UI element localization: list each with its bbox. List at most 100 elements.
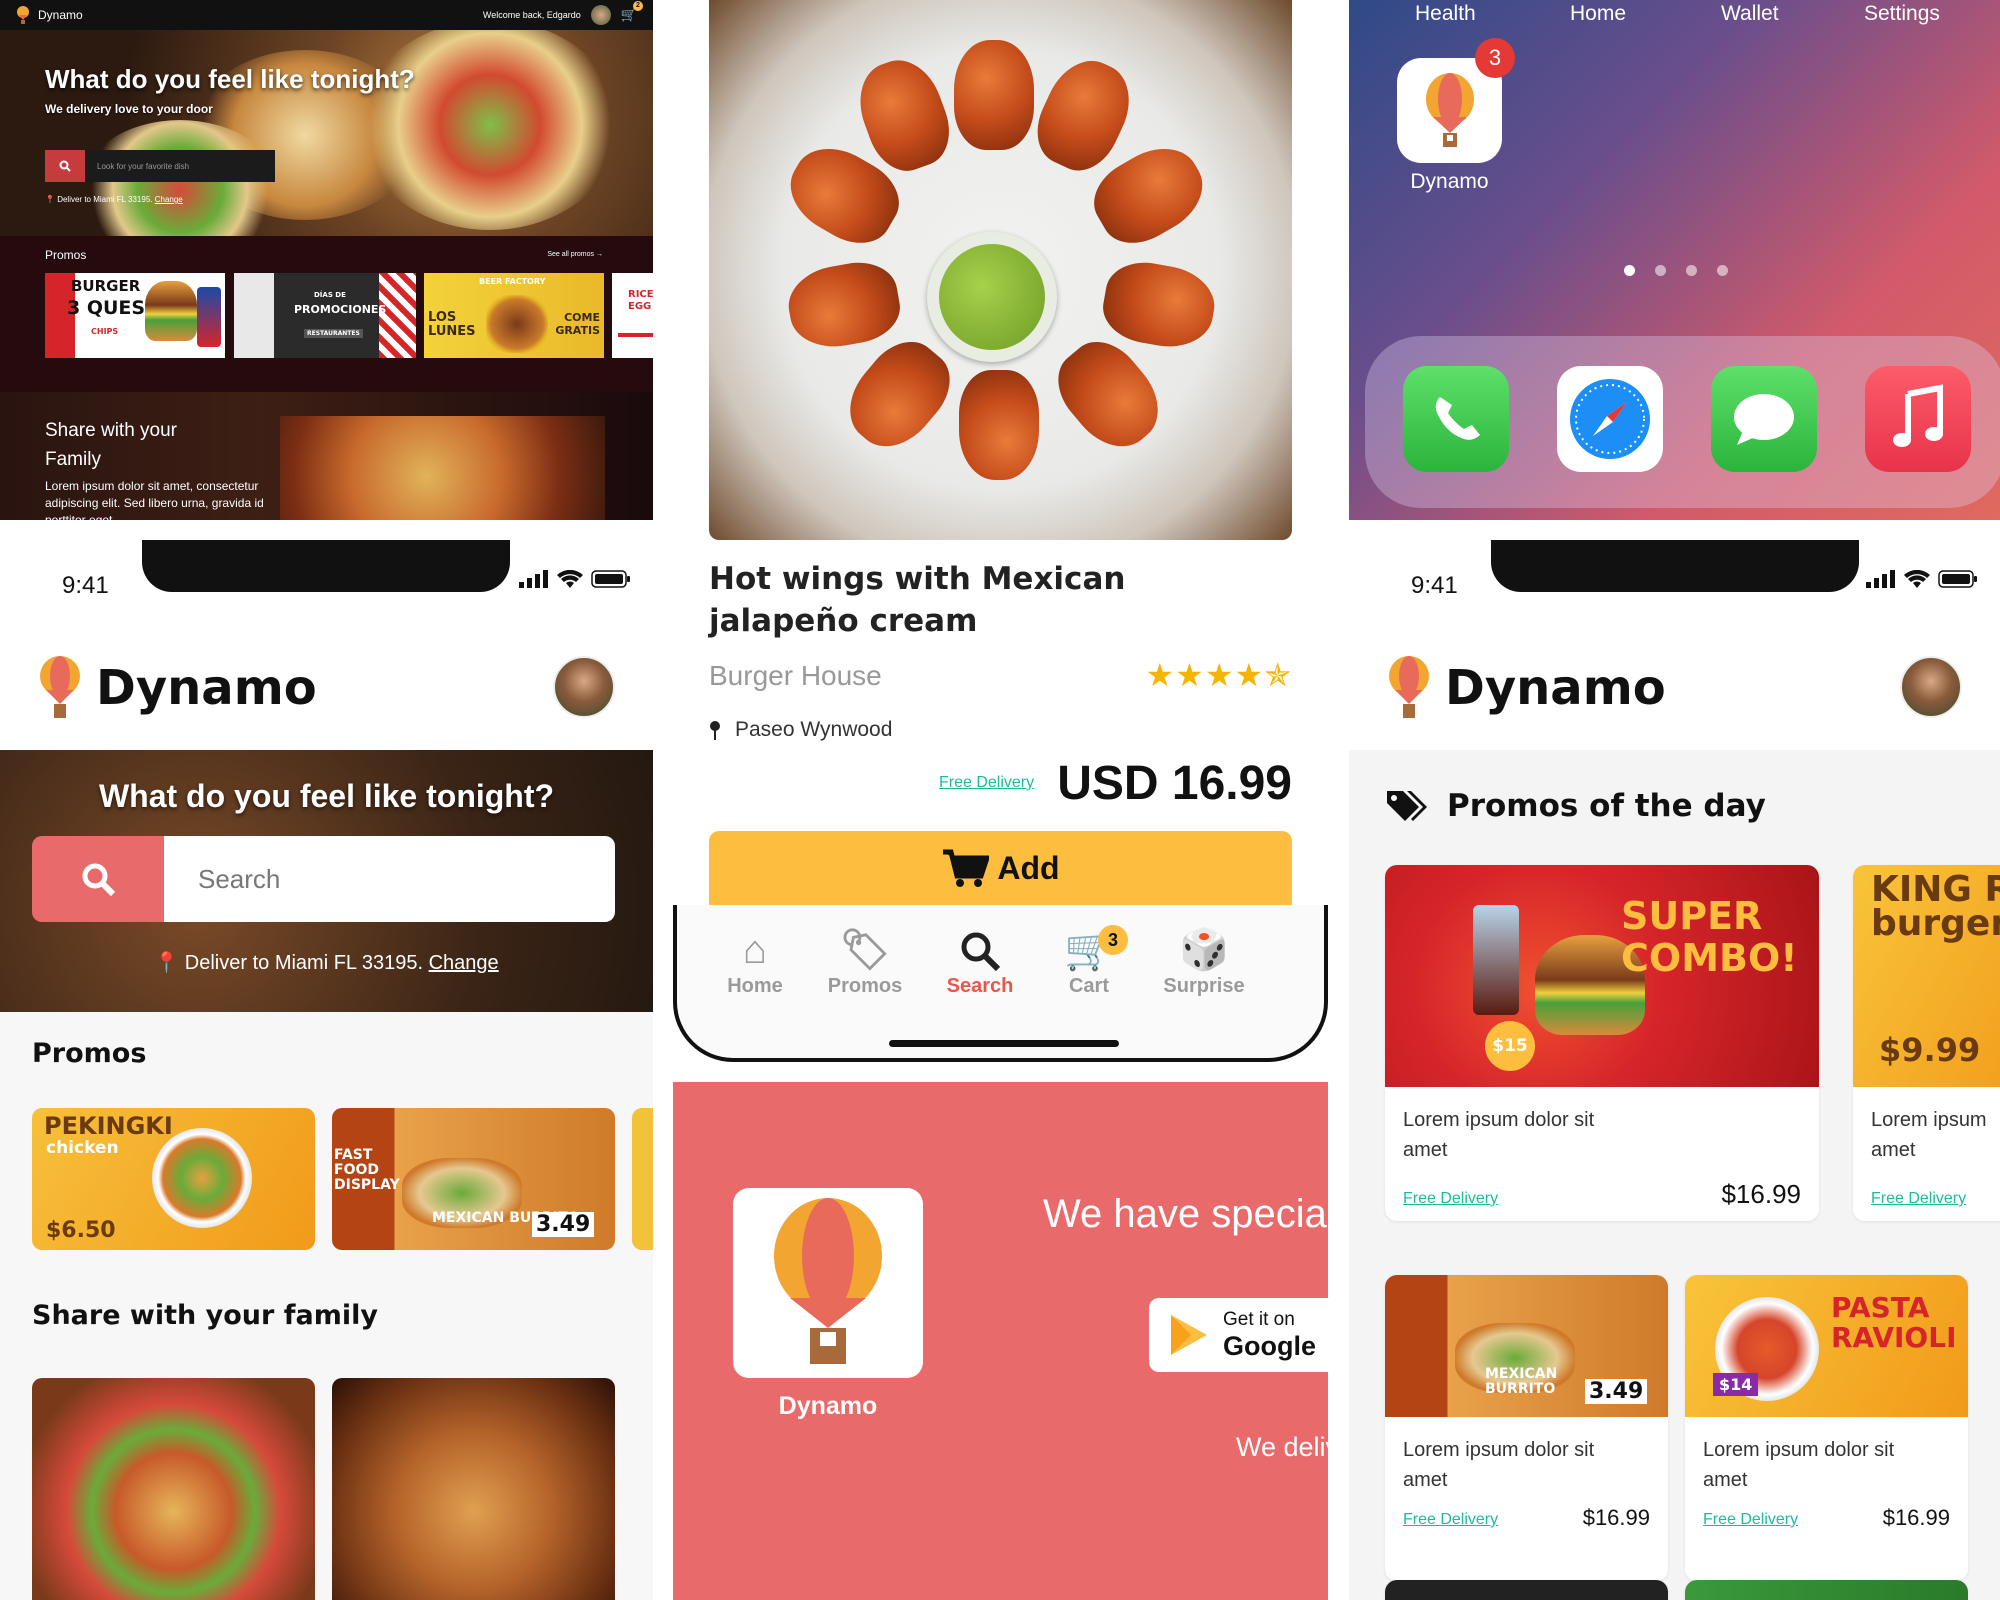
- free-delivery-link[interactable]: Free Delivery: [1703, 1511, 1798, 1529]
- share-heading: Share with your family: [32, 1300, 378, 1331]
- cart-icon[interactable]: 🛒 2: [621, 1, 643, 23]
- drink-image: [1473, 905, 1519, 1015]
- taco-image: [360, 20, 620, 230]
- dice-icon: 🎲: [1179, 928, 1229, 972]
- bottom-tab-bar: ⌂ Home 🏷 Promos Search 🛒 3 Cart 🎲 Surpri…: [673, 905, 1328, 1062]
- desktop-brand-label: Dynamo: [38, 8, 83, 22]
- battery-icon: [1938, 570, 1977, 588]
- status-bar: 9:41: [0, 540, 653, 600]
- notch: [1491, 540, 1859, 592]
- king-burger-image: KING R burger $9.99: [1853, 865, 2000, 1087]
- promo-product-card[interactable]: [1385, 1580, 1668, 1600]
- tab-label: Cart: [1068, 975, 1109, 997]
- tags-icon: [1387, 791, 1427, 821]
- app-title: Dynamo: [96, 660, 317, 716]
- desktop-search-button[interactable]: [45, 150, 85, 182]
- desktop-web-panel: Dynamo Welcome back, Edgardo 🛒 2 What do …: [0, 0, 653, 520]
- promo-card[interactable]: PEKINGKI chicken $6.50: [32, 1108, 315, 1250]
- welcome-text: Welcome back, Edgardo: [482, 10, 581, 20]
- widget-label[interactable]: Home: [1570, 2, 1626, 26]
- free-delivery-link[interactable]: Free Delivery: [1871, 1190, 1966, 1208]
- signal-icon: [1866, 570, 1895, 588]
- promo-card[interactable]: [632, 1108, 653, 1250]
- app-notification-badge: 3: [1475, 38, 1515, 78]
- promos-of-day-title: Promos of the day: [1447, 788, 1766, 824]
- promo-product-card[interactable]: KING R burger $9.99 Lorem ipsum amet Fre…: [1853, 865, 2000, 1221]
- desktop-hero-title: What do you feel like tonight?: [45, 64, 415, 94]
- wifi-icon: [557, 570, 583, 588]
- promo-product-card[interactable]: [1685, 1580, 1968, 1600]
- combo-price-badge: $15: [1485, 1021, 1535, 1071]
- widget-label[interactable]: Health: [1415, 2, 1476, 26]
- mobile-app-bar: Dynamo: [0, 600, 653, 750]
- card-description-line: amet: [1403, 1469, 1448, 1491]
- landing-panel: Dynamo We have special Get it on Google …: [673, 1082, 1328, 1600]
- desktop-deliver-info: 📍 Deliver to Miami FL 33195. Change: [45, 195, 183, 204]
- burrito-image: MEXICAN BURRITO 3.49: [1385, 1275, 1668, 1417]
- messages-icon[interactable]: [1711, 366, 1817, 472]
- roast-chicken-image[interactable]: [332, 1378, 615, 1600]
- card-price: $16.99: [1882, 1505, 1950, 1530]
- search-input[interactable]: Search: [164, 836, 615, 922]
- wing-image: [833, 327, 965, 463]
- add-to-cart-button[interactable]: Add: [709, 831, 1292, 905]
- dynamo-app-icon[interactable]: [733, 1188, 923, 1378]
- tab-search[interactable]: Search: [925, 925, 1035, 998]
- avatar[interactable]: [590, 5, 611, 25]
- tab-surprise[interactable]: 🎲 Surprise: [1149, 925, 1259, 998]
- tab-home[interactable]: ⌂ Home: [700, 925, 810, 998]
- app-logo[interactable]: Dynamo: [1387, 656, 1666, 720]
- promo-card-line3: RESTAURANTES: [304, 329, 363, 338]
- desktop-deliver-text: Deliver to Miami FL 33195.: [57, 195, 153, 204]
- desktop-brand[interactable]: Dynamo: [16, 6, 83, 24]
- phone-icon[interactable]: [1403, 366, 1509, 472]
- rating-stars: ★★★★✯: [1145, 657, 1292, 693]
- card-price: $16.99: [1721, 1179, 1801, 1209]
- burger-image: [486, 295, 548, 353]
- promo-product-card[interactable]: SUPER COMBO! $15 Lorem ipsum dolor sit a…: [1385, 865, 1819, 1221]
- burrito-price: 3.49: [1585, 1379, 1648, 1404]
- restaurant-name[interactable]: Burger House: [709, 660, 882, 692]
- desktop-change-link[interactable]: Change: [155, 195, 183, 204]
- desktop-search-input[interactable]: Look for your favorite dish: [85, 150, 275, 182]
- tab-cart[interactable]: 🛒 3 Cart: [1034, 925, 1144, 998]
- cart-icon: [943, 849, 990, 887]
- google-play-icon: [1171, 1315, 1207, 1355]
- free-delivery-link[interactable]: Free Delivery: [939, 774, 1034, 792]
- music-icon[interactable]: [1865, 366, 1971, 472]
- page-dot: [1655, 265, 1666, 276]
- search-button[interactable]: [32, 836, 164, 922]
- app-logo[interactable]: Dynamo: [38, 656, 317, 720]
- promo-card-line2: PROMOCIONES: [294, 303, 387, 316]
- share-title-line1: Share with your: [45, 420, 178, 441]
- promo-card[interactable]: BURGER 3 QUESOS CHIPS: [45, 273, 225, 358]
- widget-label[interactable]: Wallet: [1721, 2, 1779, 26]
- safari-icon[interactable]: [1557, 366, 1663, 472]
- tab-promos[interactable]: 🏷 Promos: [810, 925, 920, 998]
- see-all-promos-link[interactable]: See all promos →: [547, 251, 603, 258]
- page-dots[interactable]: [1624, 265, 1728, 276]
- avatar[interactable]: [553, 656, 615, 718]
- status-icons: [1866, 570, 1978, 588]
- promo-card[interactable]: FAST FOOD DISPLAY MEXICAN BURRITO 3.49: [332, 1108, 615, 1250]
- pizza-image[interactable]: [32, 1378, 315, 1600]
- free-delivery-link[interactable]: Free Delivery: [1403, 1190, 1498, 1208]
- avatar[interactable]: [1900, 656, 1962, 718]
- pin-icon: [710, 721, 720, 740]
- tab-label: Search: [946, 975, 1014, 997]
- mobile-change-link[interactable]: Change: [429, 952, 499, 974]
- promo-card[interactable]: RICE EGG: [612, 273, 653, 358]
- promo-card[interactable]: DÍAS DE PROMOCIONES RESTAURANTES: [234, 273, 416, 358]
- widget-label[interactable]: Settings: [1864, 2, 1940, 26]
- promo-card[interactable]: BEER FACTORY LOS LUNES COME GRATIS: [424, 273, 604, 358]
- google-play-line1: Get it on: [1223, 1308, 1295, 1330]
- promo-product-card[interactable]: MEXICAN BURRITO 3.49 Lorem ipsum dolor s…: [1385, 1275, 1668, 1581]
- balloon-logo-icon: [1389, 656, 1429, 718]
- google-play-button[interactable]: Get it on Google: [1149, 1298, 1328, 1372]
- promo-product-card[interactable]: PASTA RAVIOLI $14 Lorem ipsum dolor sit …: [1685, 1275, 1968, 1581]
- free-delivery-link[interactable]: Free Delivery: [1403, 1511, 1498, 1529]
- hot-wings-photo: [709, 0, 1292, 540]
- desktop-promos-label: Promos: [45, 248, 87, 262]
- wing-image: [1043, 327, 1175, 463]
- promos-heading: Promos: [32, 1038, 147, 1069]
